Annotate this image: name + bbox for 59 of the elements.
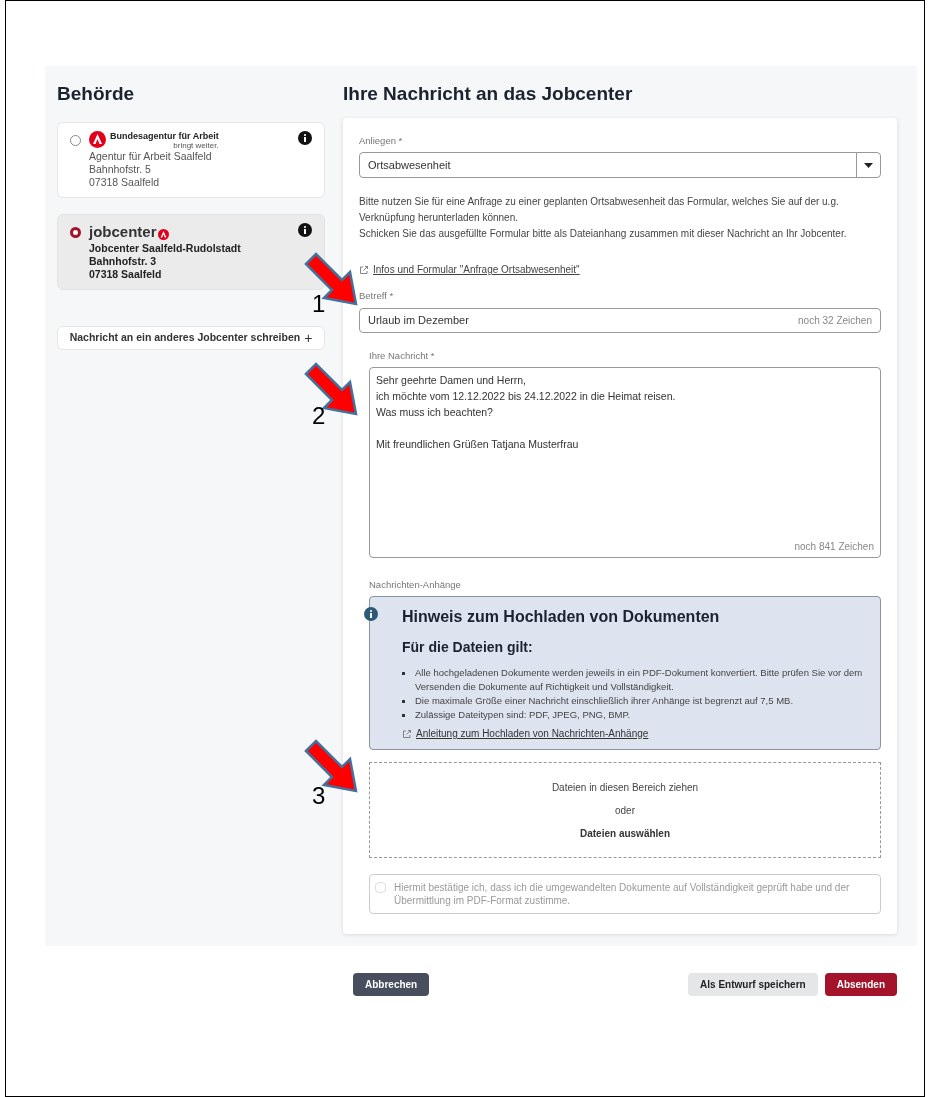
annotation-number: 1 bbox=[312, 290, 326, 318]
external-link-icon bbox=[402, 728, 412, 739]
address-line: Bahnhofstr. 3 bbox=[89, 255, 158, 268]
choose-files-link[interactable]: Dateien auswählen bbox=[580, 825, 670, 841]
authority-card[interactable]: jobcenter Jobcenter Saalfeld-Rudolstadt Bahnhofstr. 3 07318 Saalfeld bbox=[57, 214, 325, 290]
form-title: Ihre Nachricht an das Jobcenter bbox=[343, 82, 634, 106]
dropzone-hint: Dateien in diesen Bereich ziehen bbox=[551, 780, 699, 795]
agency-logo-icon bbox=[89, 131, 106, 148]
upload-help-link[interactable]: Anleitung zum Hochladen von Nachrichten-Anhänge bbox=[402, 726, 868, 741]
info-text: Schicken Sie das ausgefüllte Formular bitte als Dateianhang zusammen mit dieser Nachricht an Ihr Jobcenter. bbox=[359, 227, 848, 242]
field-label: Anliegen * bbox=[359, 134, 404, 148]
sidebar-title: Behörde bbox=[57, 82, 136, 106]
notice-item: Zulässige Dateitypen sind: PDF, JPEG, PNG, BMP. bbox=[415, 708, 631, 722]
subject-field[interactable]: Urlaub im Dezember noch 32 Zeichen bbox=[359, 307, 881, 333]
other-jobcenter-button[interactable]: Nachricht an ein anderes Jobcenter schreiben + bbox=[57, 326, 325, 350]
external-link-icon bbox=[359, 264, 369, 275]
notice-title: Hinweis zum Hochladen von Dokumenten bbox=[402, 607, 721, 627]
notice-subtitle: Für die Dateien gilt: bbox=[402, 638, 534, 657]
radio-button[interactable] bbox=[70, 227, 81, 239]
cancel-button[interactable]: Abbrechen bbox=[353, 973, 430, 996]
annotation-number: 3 bbox=[312, 782, 326, 810]
field-label: Ihre Nachricht * bbox=[369, 348, 436, 363]
authority-card[interactable]: Bundesagentur für Arbeit bringt weiter. Agentur für Arbeit Saalfeld Bahnhofstr. 5 07318 Saalfeld bbox=[57, 122, 325, 199]
notice-item: Die maximale Größe einer Nachricht einschließlich ihrer Anhänge ist begrenzt auf 7,5 MB. bbox=[415, 694, 794, 708]
info-link[interactable]: Infos und Formular "Anfrage Ortsabwesenheit" bbox=[359, 262, 881, 278]
logo-text: Bundesagentur für Arbeit bbox=[110, 131, 219, 143]
info-icon[interactable] bbox=[364, 607, 378, 621]
message-line: ich möchte vom 12.12.2022 bis 24.12.2022 in die Heimat reisen. bbox=[376, 388, 677, 404]
file-dropzone[interactable]: Dateien in diesen Bereich ziehen oder Dateien auswählen bbox=[369, 762, 881, 858]
info-text: Bitte nutzen Sie für eine Anfrage zu einer geplanten Ortsabwesenheit das Formular, welches Sie auf der u.g. Verknüpfung herunterladen können. bbox=[359, 195, 840, 226]
message-field[interactable]: Sehr geehrte Damen und Herrn, ich möchte vom 12.12.2022 bis 24.12.2022 in die Heimat reisen. Was muss ich beachten? Mit freundlichen Grüßen Tatjana Musterfrau noch 841 Zeichen bbox=[369, 366, 881, 558]
logo-text: jobcenter bbox=[89, 223, 157, 242]
annotation-number: 2 bbox=[312, 402, 326, 430]
message-line: Sehr geehrte Damen und Herrn, bbox=[376, 372, 527, 388]
bullet-icon bbox=[402, 700, 405, 703]
field-label: Betreff * bbox=[359, 289, 395, 304]
message-line: Was muss ich beachten? bbox=[376, 404, 494, 420]
dropzone-or: oder bbox=[615, 803, 635, 818]
agency-logo-icon bbox=[157, 229, 169, 240]
notice-item: Alle hochgeladenen Dokumente werden jeweils in ein PDF-Dokument konvertiert. Bitte prüfen Sie vor dem Versenden die Dokumente auf Richtigkeit und Vollständigkeit. bbox=[415, 666, 864, 694]
bullet-icon bbox=[402, 672, 405, 675]
field-label: Nachrichten-Anhänge bbox=[369, 577, 462, 592]
info-icon[interactable] bbox=[298, 223, 312, 238]
send-button[interactable]: Absenden bbox=[824, 973, 897, 996]
dropdown-caret-icon bbox=[864, 162, 873, 168]
address-line: 07318 Saalfeld bbox=[89, 176, 161, 190]
address-line: 07318 Saalfeld bbox=[89, 268, 163, 281]
address-line: Jobcenter Saalfeld-Rudolstadt bbox=[89, 242, 242, 255]
message-line: Mit freundlichen Grüßen Tatjana Musterfrau bbox=[376, 436, 580, 452]
concern-select[interactable]: Ortsabwesenheit bbox=[359, 152, 881, 179]
save-draft-button[interactable]: Als Entwurf speichern bbox=[688, 973, 818, 996]
logo-tagline: bringt weiter. bbox=[173, 142, 219, 151]
address-line: Agentur für Arbeit Saalfeld bbox=[89, 150, 213, 164]
radio-button[interactable] bbox=[70, 135, 81, 146]
character-counter: noch 841 Zeichen bbox=[794, 539, 874, 554]
confirm-label: Hiermit bestätige ich, dass ich die umgewandelten Dokumente auf Vollständigkeit geprüft habe und der Übermittlung im PDF-Format zustimme. bbox=[394, 881, 851, 907]
bullet-icon bbox=[402, 714, 405, 717]
address-line: Bahnhofstr. 5 bbox=[89, 163, 152, 177]
info-icon[interactable] bbox=[298, 131, 312, 145]
